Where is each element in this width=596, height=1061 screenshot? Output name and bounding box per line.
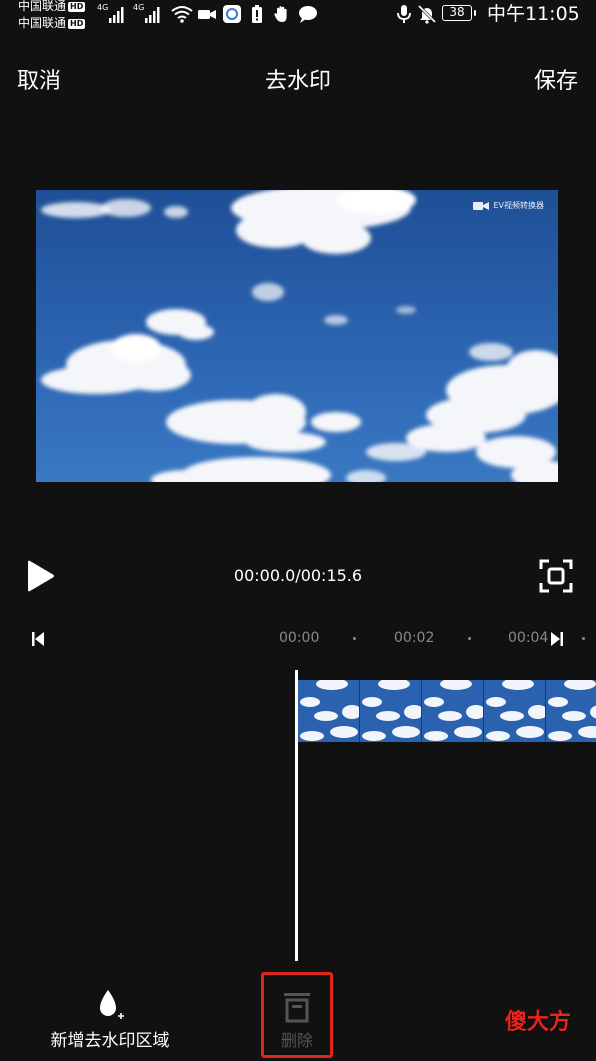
video-filmstrip[interactable]	[298, 680, 596, 742]
carrier-2: 中国联通	[18, 16, 67, 30]
fullscreen-button[interactable]	[538, 558, 574, 594]
message-icon	[297, 4, 319, 24]
skip-start-icon	[32, 632, 44, 646]
skip-end-icon	[551, 632, 563, 646]
delete-button[interactable]: 删除	[261, 972, 333, 1058]
carrier-1: 中国联通	[18, 0, 67, 13]
filmstrip-frame	[298, 680, 360, 742]
ruler-tick-label: 00:04	[508, 630, 549, 646]
carrier-row-2: 中国联通 HD	[18, 16, 86, 30]
trash-icon	[284, 993, 310, 1023]
microphone-icon	[395, 4, 413, 24]
filmstrip-frame	[422, 680, 484, 742]
wifi-icon	[170, 4, 194, 24]
filmstrip-frame	[546, 680, 596, 742]
ruler-tick-label: 00:02	[394, 630, 435, 646]
network-type-1: 4G	[97, 3, 109, 12]
battery-indicator: 38	[442, 5, 476, 21]
time-readout: 00:00.0/00:15.6	[233, 566, 363, 585]
jump-to-start-button[interactable]	[30, 630, 46, 648]
add-watermark-area-button[interactable]: 新增去水印区域	[30, 985, 190, 1055]
ruler-tick-label: 00:00	[279, 630, 320, 646]
status-bar: 中国联通 HD 中国联通 HD 4G 4G 38 中午11:05	[0, 0, 596, 32]
app-notification-icon	[222, 4, 242, 24]
droplet-add-icon	[100, 990, 124, 1019]
timeline-ruler: 00:00 00:02 00:04	[0, 625, 596, 655]
play-icon	[28, 560, 54, 592]
watermark-overlay[interactable]: EV视频转换器	[473, 200, 544, 211]
brand-text: 傻大方	[505, 1010, 572, 1035]
hd-badge-2: HD	[68, 19, 86, 29]
sky-clouds-image	[36, 190, 558, 482]
save-button[interactable]: 保存	[534, 68, 578, 96]
play-button[interactable]	[25, 560, 55, 592]
playhead[interactable]	[295, 670, 298, 961]
watermark-text: EV视频转换器	[493, 201, 544, 210]
filmstrip-frame	[360, 680, 422, 742]
signal-1-icon: 4G	[97, 3, 127, 24]
hand-icon	[272, 4, 292, 24]
delete-label: 删除	[280, 1031, 313, 1050]
ruler-dot	[582, 637, 585, 640]
video-camera-icon	[197, 4, 217, 24]
signal-2-icon: 4G	[133, 3, 163, 24]
status-clock: 中午11:05	[487, 3, 580, 25]
brand-watermark: 傻大方	[505, 1010, 571, 1036]
mute-bell-icon	[417, 4, 437, 24]
add-watermark-area-label: 新增去水印区域	[50, 1031, 170, 1051]
network-type-2: 4G	[133, 3, 145, 12]
battery-alert-icon	[250, 4, 264, 24]
ruler-dot	[468, 637, 471, 640]
camera-logo-icon	[473, 201, 490, 210]
cancel-button[interactable]: 取消	[17, 68, 61, 96]
video-preview[interactable]: EV视频转换器	[36, 190, 558, 482]
ruler-dot	[353, 637, 356, 640]
filmstrip-frame	[484, 680, 546, 742]
hd-badge-1: HD	[68, 2, 86, 12]
top-app-bar: 取消 去水印 保存	[0, 58, 596, 108]
fullscreen-icon	[539, 559, 573, 593]
jump-to-end-button[interactable]	[549, 630, 565, 648]
carrier-row-1: 中国联通 HD	[18, 0, 86, 13]
page-title: 去水印	[264, 69, 331, 94]
